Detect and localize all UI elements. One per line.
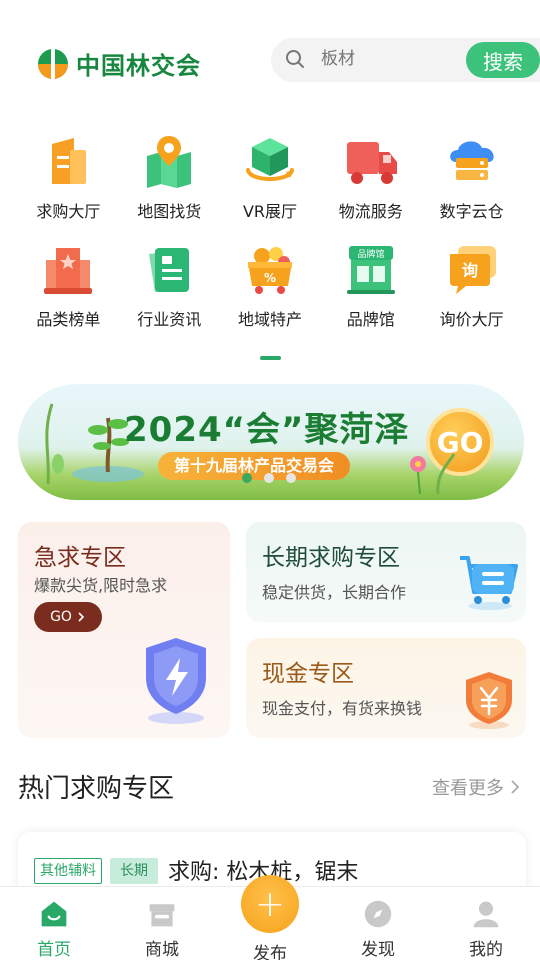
cart-icon [460, 556, 518, 610]
urgent-go-label: GO [50, 609, 72, 625]
map-icon [147, 136, 192, 188]
banner-dot[interactable] [242, 473, 252, 483]
vr-icon [245, 138, 294, 181]
long-term-zone-card[interactable]: 长期求购专区 稳定供货，长期合作 [246, 522, 526, 622]
tab-profile[interactable]: 我的 [432, 887, 540, 960]
chevron-right-icon [78, 612, 85, 622]
lightning-shield-icon [146, 638, 206, 724]
grid-page-indicator [260, 356, 281, 360]
grid-item-buy-hall[interactable]: 求购大厅 [18, 130, 119, 238]
urgent-go-button[interactable]: GO [34, 602, 102, 632]
banner-dot[interactable] [286, 473, 296, 483]
grid-item-specialty[interactable]: % 地域特产 [220, 238, 321, 346]
cash-zone-desc: 现金支付，有货来换钱 [262, 699, 423, 718]
tab-label: 发布 [253, 944, 287, 960]
grid-label: 地域特产 [237, 310, 302, 329]
logo-text: 中国林交会 [76, 52, 201, 80]
grid-item-vr[interactable]: VR展厅 [220, 130, 321, 238]
home-icon [41, 901, 67, 927]
banner-title: 2024“会”聚菏泽 [124, 410, 410, 450]
header: 中国林交会 搜索 [0, 36, 540, 86]
brand-store-badge: 品牌馆 [357, 248, 384, 260]
grid-label: 品类榜单 [36, 310, 101, 329]
type-tag: 长期 [110, 858, 158, 884]
compass-icon [364, 900, 392, 928]
hot-purchase-section-title: 热门求购专区 [18, 774, 175, 804]
logo: 中国林交会 [38, 46, 201, 81]
grid-item-logistics[interactable]: 物流服务 [320, 130, 421, 238]
app-screen: 中国林交会 搜索 求购大厅 [0, 0, 540, 960]
bottom-tab-bar: 首页 商城 + 发布 发现 我的 [0, 875, 540, 960]
grid-item-cloud-warehouse[interactable]: 数字云仓 [421, 130, 522, 238]
grid-label: 物流服务 [338, 202, 403, 221]
ranking-icon [44, 248, 93, 294]
svg-text:%: % [264, 271, 276, 285]
feature-grid: 求购大厅 地图找货 VR展厅 物流服务 数字云仓 品类榜单 行业资讯 % 地域特… [18, 130, 522, 346]
grid-label: 求购大厅 [36, 202, 101, 221]
tab-label: 发现 [361, 940, 395, 960]
cash-zone-card[interactable]: 现金专区 现金支付，有货来换钱 [246, 638, 526, 738]
grid-item-brand-store[interactable]: 品牌馆 品牌馆 [320, 238, 421, 346]
grid-label: 品牌馆 [346, 310, 395, 329]
tab-discover[interactable]: 发现 [324, 887, 432, 960]
chevron-right-icon [511, 780, 520, 794]
search-icon [286, 50, 304, 68]
view-more-link[interactable]: 查看更多 [432, 774, 520, 800]
tab-mall[interactable]: 商城 [108, 887, 216, 960]
tab-label: 首页 [37, 940, 71, 960]
grid-label: 数字云仓 [439, 202, 504, 221]
search-button[interactable]: 搜索 [466, 42, 540, 78]
grid-item-ranking[interactable]: 品类榜单 [18, 238, 119, 346]
grid-row: 求购大厅 地图找货 VR展厅 物流服务 数字云仓 [18, 130, 522, 238]
news-icon [149, 248, 190, 292]
banner-dots [242, 473, 296, 483]
tab-publish[interactable]: + 发布 [216, 875, 324, 960]
yuan-shield-icon [466, 672, 512, 729]
store-icon [149, 904, 175, 927]
cloud-warehouse-icon [449, 141, 494, 180]
grid-label: VR展厅 [242, 202, 298, 221]
inquiry-icon: 询 [449, 246, 496, 294]
banner-dot[interactable] [264, 473, 274, 483]
grid-label: 询价大厅 [439, 310, 504, 329]
logo-icon [38, 48, 68, 79]
inquiry-badge: 询 [462, 261, 478, 280]
flower-decoration [410, 453, 456, 494]
urgent-zone-title: 急求专区 [34, 545, 126, 571]
brand-store-icon: 品牌馆 [346, 246, 395, 294]
tab-label: 我的 [469, 940, 503, 960]
grid-label: 行业资讯 [137, 310, 202, 329]
search-input[interactable] [321, 49, 451, 69]
long-term-zone-desc: 稳定供货，长期合作 [262, 583, 407, 602]
cash-zone-title: 现金专区 [262, 661, 354, 687]
urgent-zone-card[interactable]: 急求专区 爆款尖货,限时急求 GO [18, 522, 230, 738]
basket-icon: % [247, 247, 292, 294]
grid-item-inquiry[interactable]: 询 询价大厅 [421, 238, 522, 346]
buy-hall-icon [52, 138, 87, 184]
grid-item-map[interactable]: 地图找货 [119, 130, 220, 238]
view-more-label: 查看更多 [432, 778, 504, 799]
category-tag: 其他辅料 [34, 858, 102, 884]
long-term-zone-title: 长期求购专区 [262, 545, 400, 571]
urgent-zone-desc: 爆款尖货,限时急求 [34, 576, 168, 595]
truck-icon [346, 142, 397, 184]
user-icon [473, 901, 499, 928]
plus-icon: + [241, 875, 299, 933]
search-bar[interactable]: 搜索 [271, 38, 540, 82]
grid-row: 品类榜单 行业资讯 % 地域特产 品牌馆 品牌馆 询 询价大厅 [18, 238, 522, 346]
grid-item-news[interactable]: 行业资讯 [119, 238, 220, 346]
tab-home[interactable]: 首页 [0, 887, 108, 960]
grid-label: 地图找货 [137, 202, 202, 221]
tab-label: 商城 [145, 940, 179, 960]
